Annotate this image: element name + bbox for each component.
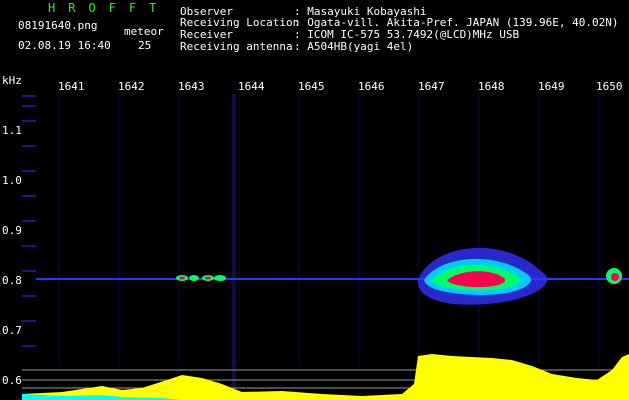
time-tick-1648: 1648 — [478, 80, 505, 93]
noise-columns — [58, 94, 600, 394]
freq-tick-0-8: 0.8 — [2, 274, 22, 287]
spectrogram-plot — [22, 94, 629, 400]
freq-tick-0-7: 0.7 — [2, 324, 22, 337]
brand-title: HROFFT — [48, 1, 170, 15]
antenna-value: : A504HB(yagi 4el) — [294, 40, 414, 53]
time-tick-1646: 1646 — [358, 80, 385, 93]
freq-tick-0-9: 0.9 — [2, 224, 22, 237]
filename-label: 08191640.png — [18, 19, 98, 32]
time-tick-1642: 1642 — [118, 80, 145, 93]
meteor-count: 25 — [138, 39, 152, 52]
freq-tick-1-0: 1.0 — [2, 174, 22, 187]
freq-tick-1-1: 1.1 — [2, 124, 22, 137]
time-tick-1644: 1644 — [238, 80, 265, 93]
antenna-label: Receiving antenna — [180, 40, 293, 53]
datetime-label: 02.08.19 16:40 — [18, 39, 111, 52]
time-tick-1643: 1643 — [178, 80, 205, 93]
time-tick-1645: 1645 — [298, 80, 325, 93]
time-tick-1649: 1649 — [538, 80, 565, 93]
time-tick-1641: 1641 — [58, 80, 85, 93]
strong-echo-region — [417, 247, 622, 305]
time-tick-1650: 1650 — [596, 80, 623, 93]
left-tick-marks — [22, 95, 36, 347]
unit-label: kHz — [2, 74, 22, 87]
meteor-label: meteor — [124, 25, 164, 38]
meteor-activity-bars — [22, 354, 629, 400]
freq-tick-0-6: 0.6 — [2, 374, 22, 387]
time-tick-1647: 1647 — [418, 80, 445, 93]
